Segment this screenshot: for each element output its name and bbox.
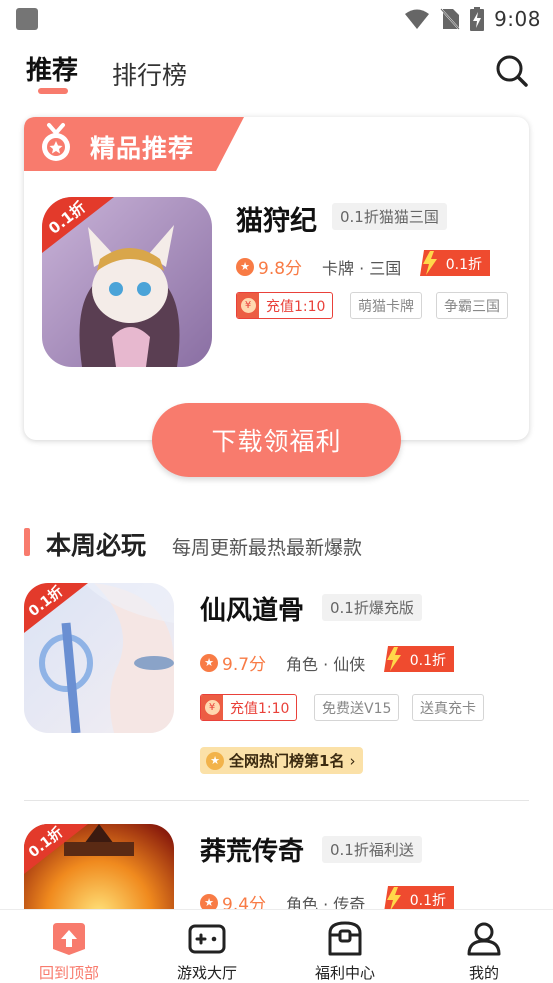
nav-label: 回到顶部 xyxy=(38,964,99,982)
gamepad-icon xyxy=(187,919,227,959)
game-category: 卡牌 · 三国 xyxy=(322,259,402,278)
divider xyxy=(24,800,529,801)
nav-label: 我的 xyxy=(468,964,499,982)
arrow-up-icon xyxy=(49,919,89,959)
tab-active-indicator xyxy=(38,88,68,94)
nav-label: 福利中心 xyxy=(314,964,375,982)
feature-tag: 送真充卡 xyxy=(412,694,484,721)
status-time: 9:08 xyxy=(494,7,541,31)
game-name[interactable]: 猫狩纪 xyxy=(236,199,317,238)
discount-text: 0.1折 xyxy=(445,257,482,273)
tab-recommend[interactable]: 推荐 xyxy=(26,50,78,87)
coin-icon: ¥ xyxy=(237,293,259,318)
user-icon xyxy=(464,919,504,959)
game-rating: ★ 9.8分 xyxy=(236,254,302,279)
coin-icon: ¥ xyxy=(201,695,223,720)
star-icon: ★ xyxy=(206,751,224,770)
feature-tag: 萌猫卡牌 xyxy=(350,292,422,319)
feature-tag: 免费送V15 xyxy=(314,694,400,721)
discount-text: 0.1折 xyxy=(409,653,446,669)
app-notification-icon xyxy=(16,8,38,30)
rating-value: 9.7分 xyxy=(222,655,267,675)
recharge-text: 充值1:10 xyxy=(266,298,326,315)
game-subtitle-tag: 0.1折猫猫三国 xyxy=(332,203,447,230)
recharge-badge: ¥ 充值1:10 xyxy=(236,292,334,319)
wifi-icon xyxy=(405,9,430,29)
discount-text: 0.1折 xyxy=(409,893,446,909)
featured-banner-title: 精品推荐 xyxy=(90,134,195,163)
recharge-text: 充值1:10 xyxy=(230,700,290,717)
status-icons: 9:08 xyxy=(404,6,541,32)
discount-badge: 0.1折 xyxy=(420,250,490,276)
game-icon-maoshouji[interactable]: 0.1折 xyxy=(42,197,212,367)
tab-rank[interactable]: 排行榜 xyxy=(112,56,187,92)
recharge-badge: ¥ 充值1:10 xyxy=(200,694,298,721)
rating-value: 9.8分 xyxy=(258,259,303,279)
game-icon-xianfengdaogu[interactable]: 0.1折 xyxy=(24,583,174,733)
section-accent-bar xyxy=(24,528,30,556)
status-bar: 9:08 xyxy=(0,0,553,38)
download-button[interactable]: 下载领福利 xyxy=(152,403,401,477)
nav-back-to-top[interactable]: 回到顶部 xyxy=(14,910,124,983)
game-rating: ★ 9.7分 xyxy=(200,650,266,675)
section-subtitle: 每周更新最热最新爆款 xyxy=(172,537,363,559)
nav-label: 游戏大厅 xyxy=(176,964,237,982)
game-icon-manghuangchuanqi[interactable]: 0.1折 xyxy=(24,824,174,909)
top-tabs: 推荐 排行榜 xyxy=(0,44,553,104)
chevron-right-icon: › xyxy=(349,751,356,770)
discount-badge: 0.1折 xyxy=(384,646,454,672)
star-icon: ★ xyxy=(236,257,254,276)
discount-badge: 0.1折 xyxy=(384,886,454,909)
star-icon: ★ xyxy=(200,653,218,672)
nav-profile[interactable]: 我的 xyxy=(429,910,539,983)
nav-welfare-center[interactable]: 福利中心 xyxy=(290,910,400,983)
game-category: 角色 · 仙侠 xyxy=(286,655,366,674)
search-icon[interactable] xyxy=(495,54,529,88)
section-title: 本周必玩 xyxy=(46,531,147,560)
feature-tag: 争霸三国 xyxy=(436,292,508,319)
game-subtitle-tag: 0.1折福利送 xyxy=(322,836,422,863)
game-name[interactable]: 莽荒传奇 xyxy=(200,831,304,868)
nav-game-hall[interactable]: 游戏大厅 xyxy=(152,910,262,983)
no-sim-icon xyxy=(440,8,460,30)
rank-text: 全网热门榜第1名 xyxy=(229,752,345,770)
game-name[interactable]: 仙风道骨 xyxy=(200,590,304,627)
game-subtitle-tag: 0.1折爆充版 xyxy=(322,594,422,621)
featured-card[interactable]: 精品推荐 0.1折 猫狩纪 0.1折猫猫三国 ★ 9.8分 卡牌 · 三国 0.… xyxy=(24,117,529,440)
bottom-nav: 回到顶部 游戏大厅 福利中心 我的 xyxy=(0,909,553,983)
battery-charging-icon xyxy=(470,7,485,31)
rank-badge[interactable]: ★ 全网热门榜第1名 › xyxy=(200,747,364,774)
treasure-chest-icon xyxy=(325,919,365,959)
